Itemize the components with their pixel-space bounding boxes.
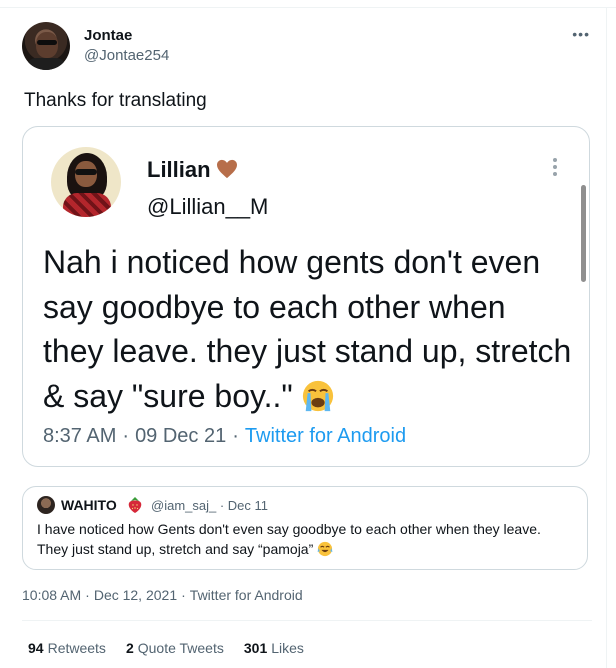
quote-author-handle: @iam_saj_ <box>151 498 217 513</box>
avatar-sunglasses <box>75 169 97 175</box>
likes-label: Likes <box>271 640 304 656</box>
separator-dot: · <box>181 587 186 603</box>
screenshot-tweet-body: Nah i noticed how gents don't even say g… <box>43 240 573 418</box>
stats-divider <box>22 620 592 621</box>
screenshot-source: Twitter for Android <box>244 425 407 447</box>
tweet-screenshot-image[interactable]: Lillian @Lillian__M Nah i noticed how ge… <box>22 126 590 467</box>
tweet-timestamp: 10:08 AM · Dec 12, 2021 · Twitter for Androi… <box>22 587 303 603</box>
tweet-header: Jontae @Jontae254 ••• <box>22 22 592 72</box>
quote-tweets-count: 2 <box>125 640 134 656</box>
retweets-count: 94 <box>28 640 44 656</box>
screenshot-author-name: Lillian <box>147 157 211 182</box>
quote-handle-and-date: @iam_saj_ · Dec 11 <box>151 498 269 513</box>
avatar-shirt <box>26 58 66 70</box>
tweet-source[interactable]: Twitter for Android <box>190 587 303 603</box>
quote-author-avatar <box>37 496 55 514</box>
separator-dot: · <box>85 587 90 603</box>
author-display-name[interactable]: Jontae <box>84 27 132 44</box>
quote-text: I have noticed how Gents don't even say … <box>37 521 541 557</box>
quote-date: Dec 11 <box>227 498 269 513</box>
brown-heart-icon <box>217 159 237 179</box>
retweets-stat[interactable]: 94 Retweets <box>28 640 106 656</box>
strawberry-icon <box>128 497 142 513</box>
screenshot-time: 8:37 AM <box>43 425 117 447</box>
more-vertical-icon <box>552 158 558 182</box>
separator-dot: · <box>232 425 239 447</box>
screenshot-tweet-meta: 8:37 AM · 09 Dec 21 · Twitter for Android <box>43 425 406 448</box>
loudly-crying-face-icon <box>302 380 333 411</box>
screenshot-date: 09 Dec 21 <box>135 425 227 447</box>
quote-tweets-label: Quote Tweets <box>137 640 224 656</box>
likes-count: 301 <box>243 640 268 656</box>
quote-body: I have noticed how Gents don't even say … <box>37 519 573 559</box>
separator-dot: · <box>122 425 130 447</box>
screenshot-author-handle: @Lillian__M <box>147 194 269 219</box>
more-horizontal-icon[interactable]: ••• <box>572 26 590 42</box>
avatar-face <box>36 32 58 58</box>
likes-stat[interactable]: 301 Likes <box>244 640 304 656</box>
scrollbar-thumb <box>581 185 586 282</box>
avatar-glasses <box>37 40 57 45</box>
quote-author-name: WAHITO <box>61 497 117 513</box>
avatar-top <box>63 193 111 217</box>
side-divider <box>606 8 607 668</box>
tweet-time[interactable]: 10:08 AM <box>22 587 81 603</box>
tweet-stats: 94 Retweets 2 Quote Tweets 301 Likes <box>28 640 304 656</box>
face-with-tears-of-joy-icon <box>317 541 333 557</box>
tweet-date[interactable]: Dec 12, 2021 <box>94 587 177 603</box>
quoted-tweet[interactable]: WAHITO @iam_saj_ · Dec 11 I have noticed… <box>22 486 588 570</box>
quote-tweets-stat[interactable]: 2 Quote Tweets <box>126 640 224 656</box>
tweet-text: Thanks for translating <box>24 90 207 111</box>
screenshot-author-avatar <box>51 147 121 217</box>
author-handle[interactable]: @Jontae254 <box>84 47 169 64</box>
author-avatar[interactable] <box>22 22 70 70</box>
retweets-label: Retweets <box>47 640 106 656</box>
top-divider <box>0 0 616 8</box>
